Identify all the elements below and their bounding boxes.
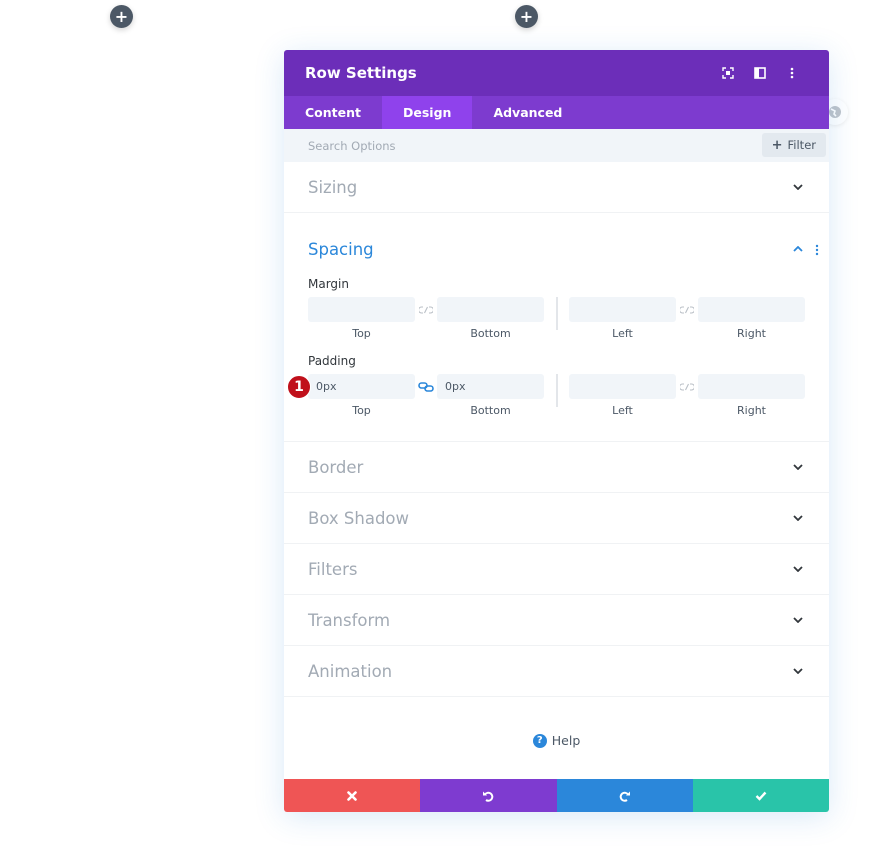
modal-title: Row Settings <box>305 64 417 82</box>
margin-right-input[interactable] <box>698 297 805 322</box>
unlinked-icon[interactable] <box>676 374 698 399</box>
tab-advanced[interactable]: Advanced <box>472 96 583 129</box>
unlinked-icon[interactable] <box>676 297 698 322</box>
field-caption: Top <box>352 327 371 340</box>
section-title: Transform <box>308 610 391 630</box>
plus-icon: + <box>114 6 129 26</box>
tab-content[interactable]: Content <box>284 96 382 129</box>
padding-left-input[interactable] <box>569 374 676 399</box>
field-caption: Right <box>737 404 766 417</box>
unlinked-icon[interactable] <box>415 297 437 322</box>
field-caption: Bottom <box>470 327 511 340</box>
margin-top-input[interactable] <box>308 297 415 322</box>
divider <box>556 297 558 330</box>
modal-header: Row Settings <box>284 50 829 96</box>
section-title: Filters <box>308 559 358 579</box>
step-badge: 1 <box>287 375 311 399</box>
section-border[interactable]: Border <box>284 442 829 493</box>
save-check-icon <box>755 791 767 801</box>
save-button[interactable] <box>692 779 829 812</box>
margin-left-input[interactable] <box>569 297 676 322</box>
section-title: Sizing <box>308 177 358 197</box>
section-filters[interactable]: Filters <box>284 544 829 595</box>
plus-icon: + <box>771 137 783 153</box>
undo-button[interactable] <box>420 779 557 812</box>
section-animation[interactable]: Animation <box>284 646 829 697</box>
chevron-down-icon[interactable] <box>791 613 805 627</box>
padding-top-input[interactable] <box>308 374 415 399</box>
field-caption: Left <box>612 404 633 417</box>
chevron-down-icon[interactable] <box>791 664 805 678</box>
linked-icon[interactable] <box>415 374 437 399</box>
section-box-shadow[interactable]: Box Shadow <box>284 493 829 544</box>
chevron-down-icon[interactable] <box>791 180 805 194</box>
cancel-icon <box>347 790 357 801</box>
row-settings-modal: Row Settings Content Design Advanced + F… <box>284 50 829 812</box>
field-caption: Top <box>352 404 371 417</box>
section-options-icon[interactable] <box>815 244 819 259</box>
padding-fields: 1 Top Bottom <box>287 374 805 417</box>
section-title[interactable]: Spacing <box>308 240 791 259</box>
chevron-up-icon[interactable] <box>791 242 805 256</box>
padding-right-input[interactable] <box>698 374 805 399</box>
section-title: Box Shadow <box>308 508 410 528</box>
chevron-down-icon[interactable] <box>791 562 805 576</box>
padding-bottom-input[interactable] <box>437 374 544 399</box>
section-transform[interactable]: Transform <box>284 595 829 646</box>
plus-icon: + <box>519 6 534 26</box>
field-caption: Left <box>612 327 633 340</box>
search-bar: + Filter <box>284 129 829 162</box>
redo-button[interactable] <box>556 779 693 812</box>
search-options-input[interactable] <box>308 138 608 153</box>
field-caption: Right <box>737 327 766 340</box>
help-link[interactable]: ? Help <box>284 697 829 784</box>
globe-icon <box>829 106 841 118</box>
section-sizing[interactable]: Sizing <box>284 162 829 213</box>
margin-fields: Top Bottom Left Right <box>308 297 805 340</box>
add-row-button[interactable]: + <box>515 5 538 28</box>
help-icon: ? <box>532 733 547 748</box>
section-spacing: Spacing Margin Top Bottom Left Right Pad… <box>284 213 829 442</box>
margin-bottom-input[interactable] <box>437 297 544 322</box>
split-view-icon[interactable] <box>744 67 776 79</box>
undo-icon <box>483 791 494 802</box>
chevron-down-icon[interactable] <box>791 460 805 474</box>
chevron-down-icon[interactable] <box>791 511 805 525</box>
margin-label: Margin <box>308 277 349 291</box>
filter-label: Filter <box>787 138 816 152</box>
field-caption: Bottom <box>470 404 511 417</box>
fullscreen-icon[interactable] <box>712 67 744 79</box>
tab-design[interactable]: Design <box>382 96 473 129</box>
tab-bar: Content Design Advanced <box>284 96 829 129</box>
redo-icon <box>619 791 630 802</box>
help-label: Help <box>551 733 581 748</box>
modal-footer <box>284 779 829 812</box>
more-options-icon[interactable] <box>776 67 808 79</box>
filter-button[interactable]: + Filter <box>761 133 826 157</box>
divider <box>556 374 558 407</box>
padding-label: Padding <box>308 354 356 368</box>
section-title: Border <box>308 457 364 477</box>
section-title: Animation <box>308 661 393 681</box>
cancel-button[interactable] <box>284 779 421 812</box>
add-section-button[interactable]: + <box>110 5 133 28</box>
